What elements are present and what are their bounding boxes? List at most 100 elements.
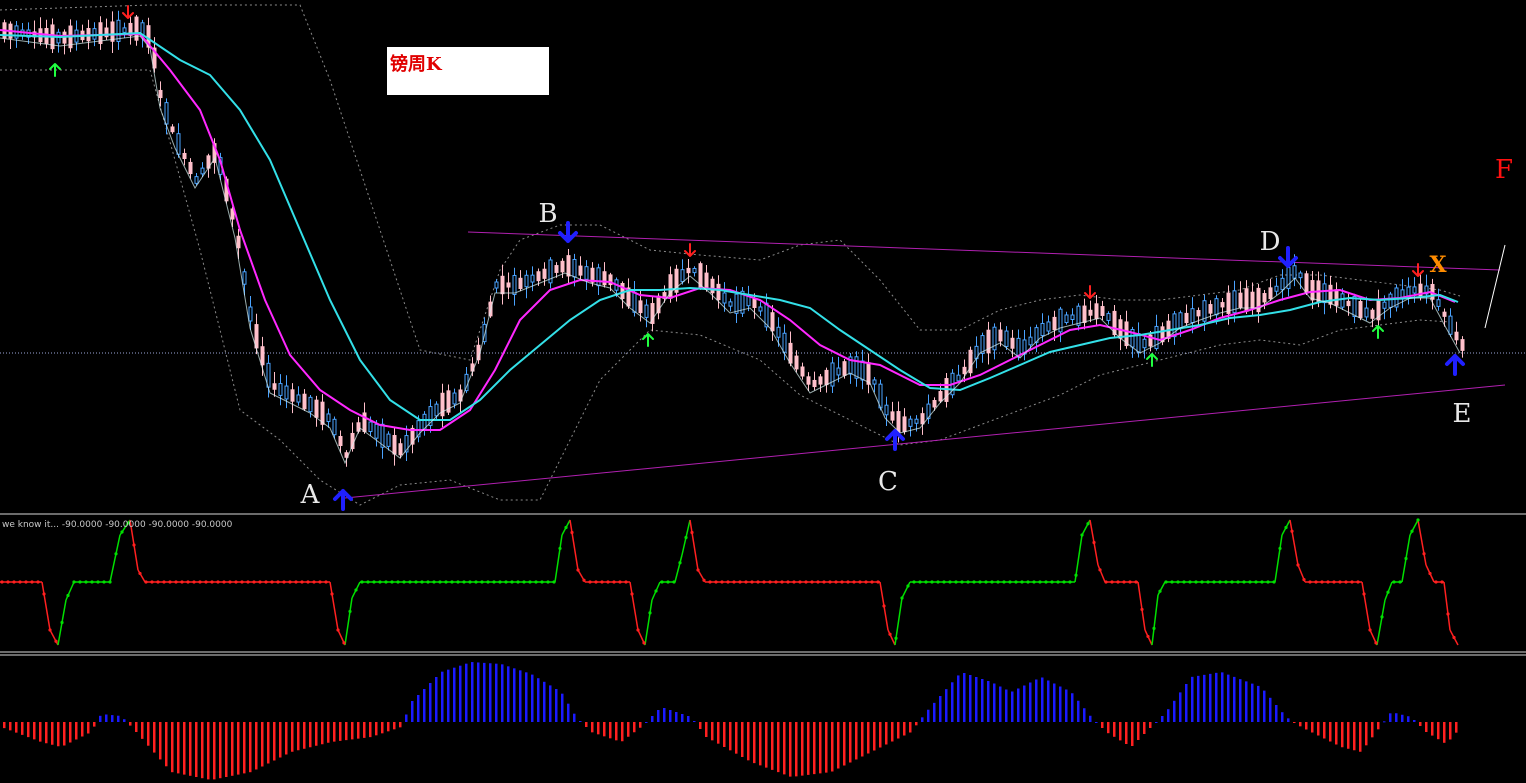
histogram-bar-positive [495, 663, 498, 722]
oscillator-dot [42, 592, 46, 596]
histogram-bar-negative [1137, 722, 1140, 740]
candle-body [1046, 321, 1051, 332]
histogram-bar-positive [429, 683, 432, 722]
histogram-bar-positive [1179, 692, 1182, 722]
histogram-bar-negative [177, 722, 180, 774]
oscillator-dot [612, 580, 616, 584]
candle-body [500, 275, 505, 295]
histogram-bar-positive [1287, 718, 1290, 722]
oscillator-dot [1080, 533, 1084, 537]
oscillator-dot [24, 580, 28, 584]
histogram-bar-negative [897, 722, 900, 739]
oscillator-segment [1361, 581, 1371, 631]
histogram-bar-negative [699, 722, 702, 729]
candle-body [272, 383, 277, 390]
histogram-bar-negative [243, 722, 246, 774]
candle-body [506, 282, 511, 288]
signal-arrow-up-green [1372, 325, 1384, 339]
candle-body [716, 283, 721, 301]
histogram-bar-negative [771, 722, 774, 770]
oscillator-dot [972, 580, 976, 584]
oscillator-dot [1290, 529, 1294, 533]
histogram-bar-positive [999, 686, 1002, 722]
histogram-bar-negative [87, 722, 90, 734]
histogram-bar-positive [435, 677, 438, 722]
pattern-label-B: B [538, 199, 557, 229]
oscillator-dot [552, 580, 556, 584]
candle-body [560, 260, 565, 273]
oscillator-dot [942, 580, 946, 584]
oscillator-dot [138, 571, 142, 576]
candle-body [332, 418, 337, 436]
histogram-bar-negative [789, 722, 792, 777]
oscillator-dot [240, 580, 244, 584]
histogram-bar-negative [855, 722, 858, 760]
histogram-bar-positive [957, 675, 960, 722]
histogram-bar-negative [171, 722, 174, 773]
oscillator-dot [1134, 580, 1138, 584]
histogram-bar-negative [723, 722, 726, 747]
oscillator-dot [702, 578, 706, 582]
oscillator-dot [1242, 580, 1246, 584]
histogram-bar-positive [663, 708, 666, 722]
oscillator-dot [1008, 580, 1012, 584]
oscillator-dot [102, 580, 106, 584]
candle-body [776, 326, 781, 338]
oscillator-dot [408, 580, 412, 584]
oscillator-dot [1188, 580, 1192, 584]
oscillator-segment [41, 581, 51, 631]
oscillator-dot [1194, 580, 1198, 584]
histogram-pane [3, 662, 1458, 780]
histogram-bar-negative [33, 722, 36, 740]
histogram-bar-negative [153, 722, 156, 753]
candle-body [434, 403, 439, 417]
oscillator-dot [894, 636, 898, 640]
oscillator-segment [1409, 519, 1419, 536]
histogram-bar-positive [471, 662, 474, 722]
histogram-bar-negative [315, 722, 318, 746]
candle-body [284, 385, 289, 400]
candle-body [1184, 312, 1189, 324]
candle-body [1352, 295, 1357, 318]
oscillator-dot [78, 580, 82, 584]
histogram-bar-positive [1065, 689, 1068, 722]
oscillator-dot [1086, 522, 1090, 526]
oscillator-dot [264, 580, 268, 584]
histogram-bar-negative [285, 722, 288, 755]
oscillator-segment [137, 569, 146, 583]
histogram-bar-positive [1233, 676, 1236, 722]
oscillator-dot [204, 580, 208, 584]
oscillator-dot [1416, 518, 1420, 522]
oscillator-dot [1278, 546, 1282, 551]
oscillator-dot [1302, 577, 1306, 582]
histogram-bar-negative [195, 722, 198, 777]
histogram-bar-negative [345, 722, 348, 741]
histogram-bar-positive [1269, 697, 1272, 722]
histogram-bar-negative [801, 722, 804, 776]
histogram-bar-positive [975, 677, 978, 722]
signal-arrow-down-red [684, 243, 696, 257]
candle-body [1106, 313, 1111, 321]
histogram-bar-negative [339, 722, 342, 741]
candle-body [1214, 298, 1219, 316]
histogram-bar-positive [555, 689, 558, 722]
histogram-bar-negative [813, 722, 816, 775]
histogram-bar-negative [1449, 722, 1452, 740]
candle-body [1052, 316, 1057, 331]
oscillator-dot [228, 580, 232, 584]
histogram-bar-negative [57, 722, 60, 747]
oscillator-dot [1110, 580, 1114, 584]
histogram-bar-positive [1035, 679, 1038, 722]
oscillator-dot [636, 628, 640, 632]
oscillator-dot [504, 580, 508, 584]
oscillator-dot [696, 568, 700, 572]
candle-body [290, 389, 295, 402]
oscillator-dot [1122, 580, 1126, 584]
histogram-bar-negative [1443, 722, 1446, 743]
candle-body [872, 379, 877, 385]
candle-body [236, 235, 241, 249]
candle-body [1358, 301, 1363, 318]
oscillator-dot [690, 530, 694, 535]
oscillator-dot [12, 580, 16, 584]
histogram-bar-negative [387, 722, 390, 732]
